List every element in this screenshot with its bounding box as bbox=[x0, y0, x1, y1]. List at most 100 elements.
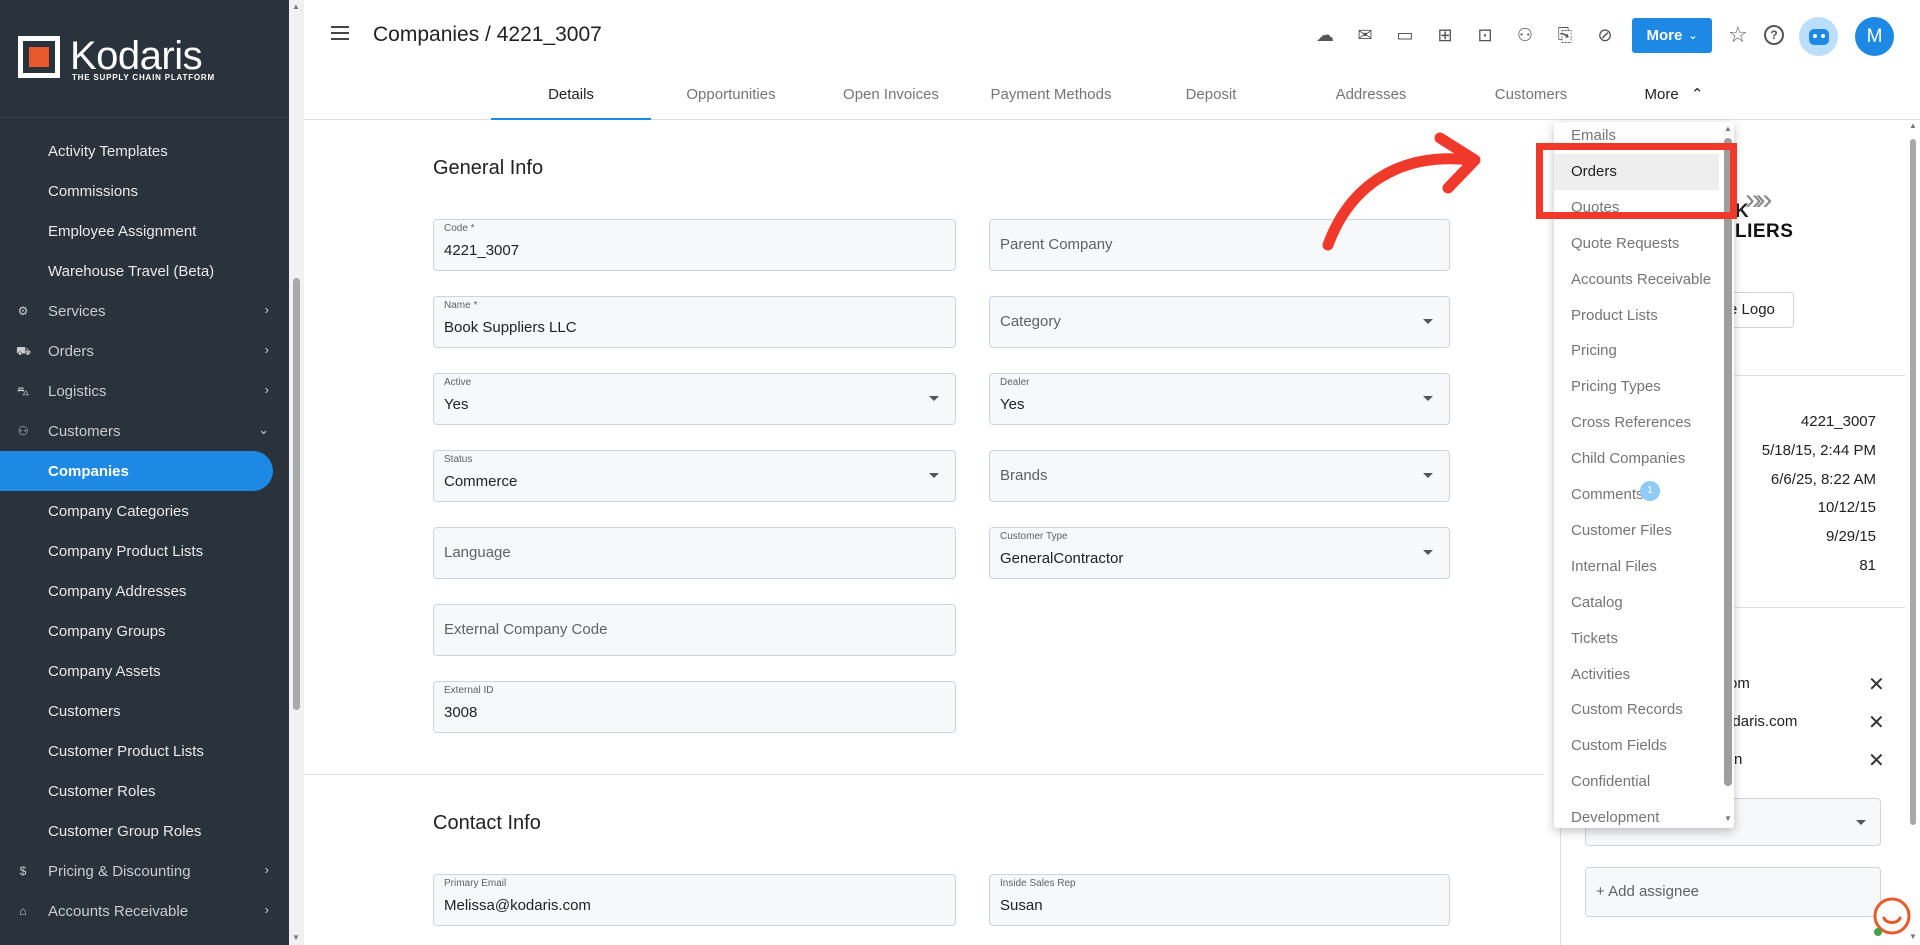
external-id-value: 3008 bbox=[444, 704, 478, 721]
menu-item-child-companies[interactable]: Child Companies bbox=[1554, 441, 1719, 477]
gears-icon: ⚙ bbox=[17, 304, 29, 318]
menu-item-pricing[interactable]: Pricing bbox=[1554, 333, 1719, 369]
sidebar-item-companies[interactable]: Companies bbox=[0, 451, 273, 491]
panel-scrollbar[interactable]: ▲ ▼ bbox=[1905, 121, 1920, 945]
menu-item-activities[interactable]: Activities bbox=[1554, 657, 1719, 693]
sidebar-item-customer-product-lists[interactable]: Customer Product Lists bbox=[0, 731, 289, 771]
menu-item-pricing-types[interactable]: Pricing Types bbox=[1554, 369, 1719, 405]
tab-opportunities[interactable]: Opportunities bbox=[651, 72, 811, 120]
remove-assignee-icon[interactable]: ✕ bbox=[1868, 710, 1885, 735]
active-label: Active bbox=[444, 377, 472, 388]
active-select[interactable]: Active Yes bbox=[433, 373, 956, 425]
menu-item-product-lists[interactable]: Product Lists bbox=[1554, 298, 1719, 334]
menu-item-tickets[interactable]: Tickets bbox=[1554, 621, 1719, 657]
remove-assignee-icon[interactable]: ✕ bbox=[1868, 748, 1885, 773]
sidebar-item-label: Warehouse Travel (Beta) bbox=[48, 262, 215, 280]
more-button[interactable]: More ⌄ bbox=[1632, 18, 1712, 53]
user-avatar[interactable]: M bbox=[1855, 17, 1894, 56]
sidebar-item-customers[interactable]: ⚇ Customers ⌄ bbox=[0, 411, 289, 451]
sidebar-item-company-product-lists[interactable]: Company Product Lists bbox=[0, 531, 289, 571]
scroll-up-icon[interactable]: ▲ bbox=[1724, 124, 1732, 133]
sidebar-scroll-thumb[interactable] bbox=[293, 278, 300, 710]
primary-email-field[interactable]: Primary Email Melissa@kodaris.com bbox=[433, 874, 956, 926]
sidebar-item-customer-group-roles[interactable]: Customer Group Roles bbox=[0, 811, 289, 851]
menu-scrollbar[interactable]: ▲ ▼ bbox=[1722, 122, 1734, 828]
sidebar-item-accounts-receivable[interactable]: ⌂ Accounts Receivable › bbox=[0, 891, 289, 931]
sidebar-item-company-groups[interactable]: Company Groups bbox=[0, 611, 289, 651]
sidebar-item-customers[interactable]: Customers bbox=[0, 691, 289, 731]
add-assignee-field[interactable]: + Add assignee bbox=[1585, 867, 1881, 917]
brand-logo[interactable]: Kodaris THE SUPPLY CHAIN PLATFORM bbox=[0, 0, 289, 118]
summary-value: 9/29/15 bbox=[1825, 528, 1876, 545]
customer-type-select[interactable]: Customer Type GeneralContractor bbox=[989, 527, 1450, 579]
dealer-select[interactable]: Dealer Yes bbox=[989, 373, 1450, 425]
menu-item-catalog[interactable]: Catalog bbox=[1554, 585, 1719, 621]
help-icon[interactable]: ? bbox=[1764, 25, 1784, 45]
tab-open-invoices[interactable]: Open Invoices bbox=[811, 72, 971, 120]
scroll-down-icon[interactable]: ▼ bbox=[1724, 814, 1732, 823]
assistant-bot-icon[interactable] bbox=[1799, 17, 1838, 56]
menu-scroll-thumb[interactable] bbox=[1724, 138, 1732, 786]
category-select[interactable]: Category bbox=[989, 296, 1450, 348]
sidebar-item-company-addresses[interactable]: Company Addresses bbox=[0, 571, 289, 611]
mail-icon[interactable]: ✉ bbox=[1352, 22, 1378, 48]
menu-icon[interactable] bbox=[331, 26, 349, 40]
code-label: Code * bbox=[444, 223, 475, 234]
menu-item-accounts-receivable[interactable]: Accounts Receivable bbox=[1554, 262, 1719, 298]
file-plus-icon[interactable]: ⎘ bbox=[1552, 22, 1578, 48]
sidebar-item-services[interactable]: ⚙ Services › bbox=[0, 291, 289, 331]
sidebar-item-commissions[interactable]: Commissions bbox=[0, 171, 289, 211]
scroll-up-icon[interactable]: ▲ bbox=[292, 2, 300, 11]
tab-customers[interactable]: Customers bbox=[1451, 72, 1611, 120]
tab-details[interactable]: Details bbox=[491, 72, 651, 120]
sidebar-item-orders[interactable]: ⛟ Orders › bbox=[0, 331, 289, 371]
cloud-lock-icon[interactable]: ☁ bbox=[1312, 22, 1338, 48]
card-check-icon[interactable]: ▭ bbox=[1392, 22, 1418, 48]
sidebar-item-company-categories[interactable]: Company Categories bbox=[0, 491, 289, 531]
general-info-title: General Info bbox=[433, 157, 544, 179]
external-id-field[interactable]: External ID 3008 bbox=[433, 681, 956, 733]
brands-select[interactable]: Brands bbox=[989, 450, 1450, 502]
name-field[interactable]: Name * Book Suppliers LLC bbox=[433, 296, 956, 348]
tab-addresses[interactable]: Addresses bbox=[1291, 72, 1451, 120]
chat-support-icon[interactable] bbox=[1872, 896, 1912, 936]
sidebar-item-pricing-discounting[interactable]: $ Pricing & Discounting › bbox=[0, 851, 289, 891]
gift-icon[interactable]: ⊞ bbox=[1432, 22, 1458, 48]
tab-deposit[interactable]: Deposit bbox=[1131, 72, 1291, 120]
status-select[interactable]: Status Commerce bbox=[433, 450, 956, 502]
external-company-code-field[interactable]: External Company Code bbox=[433, 604, 956, 656]
menu-item-custom-records[interactable]: Custom Records bbox=[1554, 692, 1719, 728]
sidebar-item-customer-roles[interactable]: Customer Roles bbox=[0, 771, 289, 811]
scroll-up-icon[interactable]: ▲ bbox=[1909, 121, 1917, 130]
panel-scroll-thumb[interactable] bbox=[1910, 139, 1916, 825]
inside-sales-rep-field[interactable]: Inside Sales Rep Susan bbox=[989, 874, 1450, 926]
tab-more[interactable]: More ⌃ bbox=[1624, 72, 1724, 120]
sidebar-scrollbar[interactable]: ▲ ▼ bbox=[289, 0, 304, 945]
tab-payment-methods[interactable]: Payment Methods bbox=[971, 72, 1131, 120]
menu-item-comments[interactable]: Comments bbox=[1554, 477, 1719, 513]
menu-item-development[interactable]: Development bbox=[1554, 800, 1719, 828]
scroll-down-icon[interactable]: ▼ bbox=[292, 933, 300, 942]
menu-item-customer-files[interactable]: Customer Files bbox=[1554, 513, 1719, 549]
more-tabs-menu: Emails Orders Quotes Quote Requests Accounts… bbox=[1554, 122, 1734, 828]
sidebar-item-company-assets[interactable]: Company Assets bbox=[0, 651, 289, 691]
star-icon[interactable]: ☆ bbox=[1728, 22, 1748, 48]
paperclip-icon[interactable]: ⊘ bbox=[1592, 22, 1618, 48]
sidebar-item-employee-assignment[interactable]: Employee Assignment bbox=[0, 211, 289, 251]
menu-item-cross-references[interactable]: Cross References bbox=[1554, 405, 1719, 441]
monitor-plus-icon[interactable]: ⊡ bbox=[1472, 22, 1498, 48]
sidebar-item-activity-templates[interactable]: Activity Templates bbox=[0, 131, 289, 171]
menu-item-quote-requests[interactable]: Quote Requests bbox=[1554, 226, 1719, 262]
summary-value: 4221_3007 bbox=[1800, 413, 1876, 430]
menu-item-internal-files[interactable]: Internal Files bbox=[1554, 549, 1719, 585]
menu-item-confidential[interactable]: Confidential bbox=[1554, 764, 1719, 800]
menu-item-custom-fields[interactable]: Custom Fields bbox=[1554, 728, 1719, 764]
sidebar-item-warehouse-travel-beta[interactable]: Warehouse Travel (Beta) bbox=[0, 251, 289, 291]
language-field[interactable]: Language bbox=[433, 527, 956, 579]
sidebar-item-logistics[interactable]: ⛍ Logistics › bbox=[0, 371, 289, 411]
code-field[interactable]: Code * 4221_3007 bbox=[433, 219, 956, 271]
person-add-icon[interactable]: ⚇ bbox=[1512, 22, 1538, 48]
change-logo-button[interactable]: e Logo bbox=[1724, 292, 1794, 328]
remove-assignee-icon[interactable]: ✕ bbox=[1868, 672, 1885, 697]
company-logo-text: LIERS bbox=[1735, 221, 1794, 242]
